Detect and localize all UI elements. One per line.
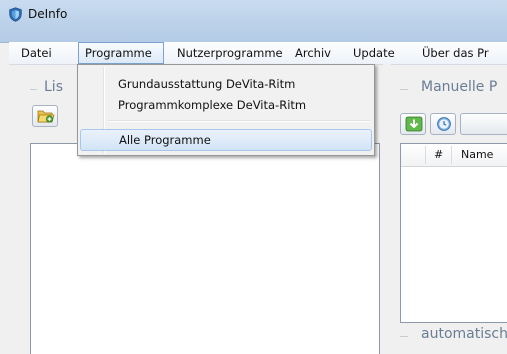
menu-update[interactable]: Update [353,42,395,64]
programme-dropdown-menu: Grundausstattung DeVita-Ritm Programmkom… [77,64,375,156]
manual-programs-grid[interactable]: # Name [400,143,507,323]
menu-item-programmkomplexe[interactable]: Programmkomplexe DeVita-Ritm [80,94,372,116]
menu-programme[interactable]: Programme [78,42,164,64]
menu-item-grundausstattung[interactable]: Grundausstattung DeVita-Ritm [80,73,372,95]
app-window: DeInfo Datei Programme Nutzerprogramme A… [0,0,507,354]
bottom-group-line-start [400,336,408,337]
menu-bar: Datei Programme Nutzerprogramme Archiv U… [9,42,507,65]
menu-nutzerprogramme[interactable]: Nutzerprogramme [177,42,283,64]
title-bar: DeInfo [0,0,507,43]
window-title: DeInfo [28,7,68,21]
toolbar-button-partial[interactable] [460,113,507,135]
menu-about[interactable]: Über das Pr [422,42,489,64]
menu-separator [108,120,370,122]
right-group-title: Manuelle P [421,79,498,95]
menu-item-alle-programme[interactable]: Alle Programme [80,129,372,151]
left-group-line-start [30,89,37,90]
grid-column-name[interactable]: Name [461,144,493,166]
left-group-title: Lis [44,79,63,95]
menu-archiv[interactable]: Archiv [295,42,331,64]
download-button[interactable] [400,113,426,135]
schedule-button[interactable] [430,113,456,135]
panel-splitter[interactable] [383,64,391,354]
open-file-button[interactable] [32,105,58,127]
menu-datei[interactable]: Datei [21,42,52,64]
shield-icon [8,7,23,22]
right-group-line-start [400,89,408,90]
grid-header: # Name [401,144,507,167]
grid-column-separator [425,146,426,164]
program-list[interactable] [30,143,380,354]
grid-column-number[interactable]: # [434,144,443,166]
grid-column-separator [451,146,452,164]
bottom-group-title: automatisch [421,326,507,342]
